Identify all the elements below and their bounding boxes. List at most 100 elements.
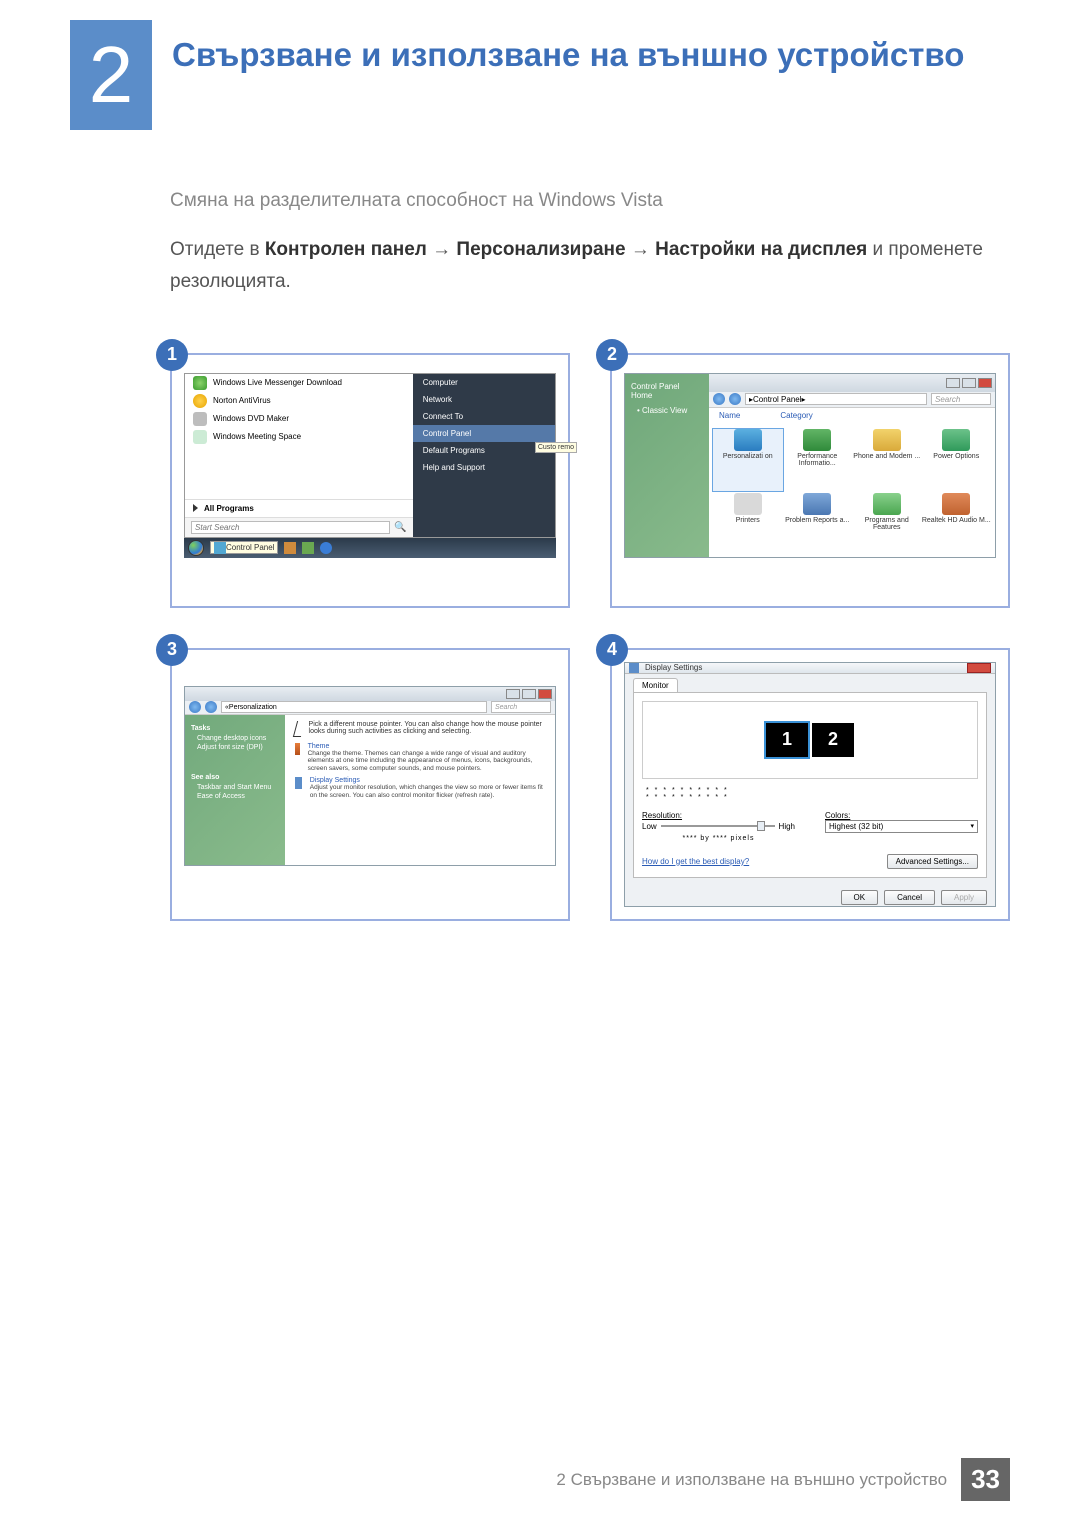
cancel-button[interactable]: Cancel [884, 890, 935, 905]
arrow-right-icon: → [631, 234, 650, 266]
cp-item-problem[interactable]: Problem Reports a... [783, 493, 853, 555]
close-button[interactable] [538, 689, 552, 699]
step-badge: 3 [156, 634, 188, 666]
display-settings-desc: Adjust your monitor resolution, which ch… [310, 784, 545, 800]
printers-icon [734, 493, 762, 515]
start-right-control-panel[interactable]: Control Panel [413, 425, 555, 442]
address-bar[interactable]: ▸ Control Panel ▸ [745, 393, 927, 405]
minimize-button[interactable] [506, 689, 520, 699]
start-search-input[interactable] [191, 521, 390, 534]
tab-monitor[interactable]: Monitor [633, 678, 678, 692]
start-right-default-programs[interactable]: Default Programs Custo remo [413, 442, 555, 459]
cp-item-personalization[interactable]: Personalizati on [713, 429, 783, 491]
tasks-header: Tasks [191, 725, 279, 732]
minimize-button[interactable] [946, 378, 960, 388]
chapter-number-badge: 2 [70, 20, 152, 130]
nav-back-icon[interactable] [713, 393, 725, 405]
theme-desc: Change the theme. Themes can change a wi… [308, 750, 545, 773]
change-desktop-icons-link[interactable]: Change desktop icons [191, 734, 279, 743]
triangle-right-icon [193, 504, 198, 512]
cp-home-link[interactable]: Control Panel Home [631, 382, 703, 400]
start-menu-item[interactable]: Windows DVD Maker [185, 410, 413, 428]
start-menu-item[interactable]: Windows Live Messenger Download [185, 374, 413, 392]
start-menu-item[interactable]: Windows Meeting Space [185, 428, 413, 446]
see-also-header: See also [191, 774, 279, 781]
power-options-icon [942, 429, 970, 451]
instruction-text: Отидете в Контролен панел → Персонализир… [170, 234, 1010, 299]
personalization-icon [734, 429, 762, 451]
nav-forward-icon[interactable] [729, 393, 741, 405]
display-settings-icon [629, 663, 639, 673]
cp-classic-view-link[interactable]: • Classic View [631, 404, 703, 417]
resolution-slider[interactable]: Low High [642, 822, 795, 831]
tooltip: Custo remo [535, 442, 577, 453]
step-badge: 4 [596, 634, 628, 666]
taskbar-shortcut-icon[interactable] [302, 542, 314, 554]
start-right-computer[interactable]: Computer [413, 374, 555, 391]
start-menu: Windows Live Messenger Download Norton A… [184, 373, 556, 538]
start-right-help[interactable]: Help and Support [413, 459, 555, 476]
maximize-button[interactable] [522, 689, 536, 699]
theme-icon [295, 743, 300, 755]
panel-step-4: 4 Display Settings Monitor 1 2 * * * * *… [610, 648, 1010, 921]
start-orb-icon[interactable] [188, 540, 204, 556]
meeting-space-icon [193, 430, 207, 444]
control-panel-window: Control Panel Home • Classic View ▸ Cont… [624, 373, 996, 558]
display-settings-link[interactable]: Display Settings [310, 777, 545, 784]
phone-modem-icon [873, 429, 901, 451]
best-display-link[interactable]: How do I get the best display? [642, 857, 749, 866]
cp-item-programs[interactable]: Programs and Features [852, 493, 922, 555]
cp-item-phone[interactable]: Phone and Modem ... [852, 429, 922, 491]
all-programs[interactable]: All Programs [185, 499, 413, 517]
nav-forward-icon[interactable] [205, 701, 217, 713]
panel-step-2: 2 Control Panel Home • Classic View [610, 353, 1010, 608]
taskbar-tooltip: Control Panel [210, 541, 278, 554]
page-number: 33 [961, 1458, 1010, 1501]
theme-link[interactable]: Theme [308, 743, 545, 750]
close-button[interactable] [978, 378, 992, 388]
start-right-network[interactable]: Network [413, 391, 555, 408]
footer-chapter-text: 2 Свързване и използване на външно устро… [556, 1470, 961, 1490]
taskbar: Control Panel [184, 538, 556, 558]
taskbar-start-menu-link[interactable]: Taskbar and Start Menu [191, 783, 279, 792]
cp-item-performance[interactable]: Performance Informatio... [783, 429, 853, 491]
control-panel-icon [214, 542, 226, 554]
search-input[interactable]: Search [491, 701, 551, 713]
colors-select[interactable]: Highest (32 bit)▾ [825, 820, 978, 833]
slider-thumb[interactable] [757, 821, 765, 831]
adjust-font-size-link[interactable]: Adjust font size (DPI) [191, 743, 279, 752]
monitor-2[interactable]: 2 [812, 723, 854, 757]
nav-back-icon[interactable] [189, 701, 201, 713]
search-input[interactable]: Search [931, 393, 991, 405]
arrow-right-icon: → [432, 234, 451, 266]
maximize-button[interactable] [962, 378, 976, 388]
cp-item-power[interactable]: Power Options [922, 429, 992, 491]
taskbar-shortcut-icon[interactable] [320, 542, 332, 554]
column-category[interactable]: Category [780, 411, 812, 420]
panel-step-1: 1 Windows Live Messenger Download Norton… [170, 353, 570, 608]
resolution-label: Resolution: [642, 811, 795, 820]
close-button[interactable] [967, 663, 991, 673]
realtek-audio-icon [942, 493, 970, 515]
mouse-pointer-icon [293, 721, 305, 737]
norton-icon [193, 394, 207, 408]
cp-item-printers[interactable]: Printers [713, 493, 783, 555]
ease-of-access-link[interactable]: Ease of Access [191, 792, 279, 801]
address-bar[interactable]: « Personalization [221, 701, 487, 713]
search-icon[interactable]: 🔍 [394, 522, 406, 533]
monitor-1[interactable]: 1 [766, 723, 808, 757]
column-name[interactable]: Name [719, 411, 740, 420]
cp-item-audio[interactable]: Realtek HD Audio M... [922, 493, 992, 555]
resolution-value: **** by **** pixels [642, 835, 795, 842]
step-badge: 2 [596, 339, 628, 371]
advanced-settings-button[interactable]: Advanced Settings... [887, 854, 978, 869]
display-settings-window: Display Settings Monitor 1 2 * * * * * *… [624, 662, 996, 907]
start-menu-item[interactable]: Norton AntiVirus [185, 392, 413, 410]
monitor-preview[interactable]: 1 2 [642, 701, 978, 779]
dvd-maker-icon [193, 412, 207, 426]
apply-button[interactable]: Apply [941, 890, 987, 905]
display-settings-icon [295, 777, 302, 789]
ok-button[interactable]: OK [841, 890, 879, 905]
taskbar-shortcut-icon[interactable] [284, 542, 296, 554]
start-right-connect-to[interactable]: Connect To [413, 408, 555, 425]
